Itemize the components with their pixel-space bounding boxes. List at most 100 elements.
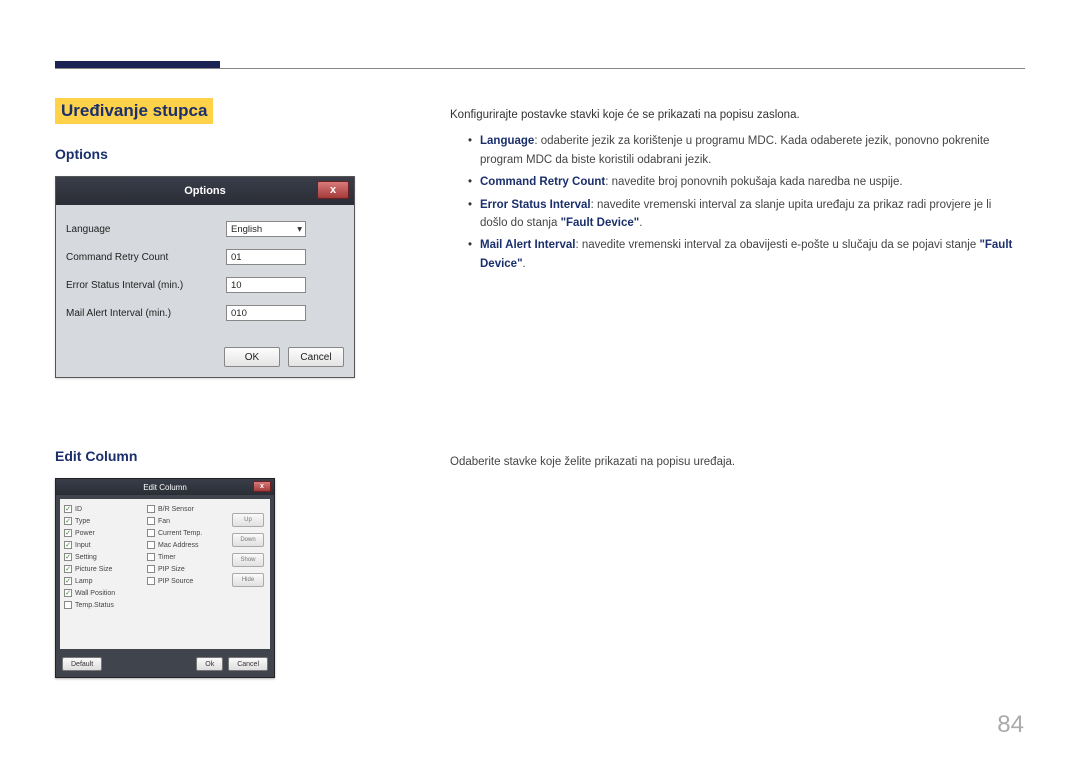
page-number: 84 (997, 711, 1024, 739)
checkbox-icon: ✓ (64, 565, 72, 573)
checkbox-label: Mac Address (158, 542, 198, 549)
checkbox-icon: ✓ (64, 517, 72, 525)
checkbox-icon: ✓ (64, 529, 72, 537)
checkbox-icon (147, 505, 155, 513)
hide-button[interactable]: Hide (232, 573, 264, 587)
checkbox-icon (147, 553, 155, 561)
options-dialog: Options x Language English Command Retry… (55, 176, 355, 378)
mail-interval-label: Mail Alert Interval (min.) (66, 308, 226, 319)
checkbox-icon (147, 577, 155, 585)
option-row-language: Language English (66, 221, 344, 237)
cancel-button[interactable]: Cancel (228, 657, 268, 671)
show-button[interactable]: Show (232, 553, 264, 567)
options-heading: Options (55, 146, 355, 162)
mail-term: Mail Alert Interval (480, 239, 575, 251)
bullet-mail: Mail Alert Interval: navedite vremenski … (468, 236, 1020, 273)
checkbox-item[interactable]: PIP Size (147, 565, 226, 573)
edit-column-heading: Edit Column (55, 448, 355, 464)
checkbox-column-right: B/R Sensor Fan Current Temp. Mac Address Tim… (147, 505, 226, 643)
close-icon: x (330, 184, 336, 196)
checkbox-label: Current Temp. (158, 530, 202, 537)
checkbox-label: PIP Size (158, 566, 185, 573)
checkbox-item[interactable]: ✓Input (64, 541, 143, 549)
checkbox-item[interactable]: ✓Picture Size (64, 565, 143, 573)
up-button[interactable]: Up (232, 513, 264, 527)
option-row-retry: Command Retry Count 01 (66, 249, 344, 265)
options-dialog-titlebar: Options x (56, 177, 354, 205)
error-term: Error Status Interval (480, 199, 591, 211)
options-dialog-title: Options (184, 185, 226, 197)
checkbox-label: ID (75, 506, 82, 513)
language-label: Language (66, 224, 226, 235)
retry-term: Command Retry Count (480, 176, 605, 188)
retry-desc: : navedite broj ponovnih pokušaja kada n… (605, 176, 902, 188)
checkbox-label: Fan (158, 518, 170, 525)
mail-desc: : navedite vremenski interval za obavije… (575, 239, 979, 251)
edit-column-title: Edit Column (143, 483, 187, 492)
error-interval-field[interactable]: 10 (226, 277, 306, 293)
ok-button[interactable]: Ok (196, 657, 223, 671)
options-dialog-body: Language English Command Retry Count 01 … (56, 205, 354, 341)
checkbox-label: Picture Size (75, 566, 112, 573)
checkbox-label: Setting (75, 554, 97, 561)
checkbox-icon: ✓ (64, 541, 72, 549)
checkbox-item[interactable]: Current Temp. (147, 529, 226, 537)
edit-column-dialog: Edit Column x ✓ID✓Type✓Power✓Input✓Setti… (55, 478, 275, 678)
close-icon: x (260, 483, 264, 490)
error-interval-label: Error Status Interval (min.) (66, 280, 226, 291)
header-rule (55, 68, 1025, 69)
options-description: Konfigurirajte postavke stavki koje će s… (450, 106, 1020, 277)
checkbox-item[interactable]: ✓Lamp (64, 577, 143, 585)
checkbox-item[interactable]: Mac Address (147, 541, 226, 549)
side-buttons: Up Down Show Hide (230, 505, 266, 643)
checkbox-item[interactable]: Temp.Status (64, 601, 143, 609)
edit-column-titlebar: Edit Column x (56, 479, 274, 495)
checkbox-label: Lamp (75, 578, 93, 585)
checkbox-label: Power (75, 530, 95, 537)
retry-label: Command Retry Count (66, 252, 226, 263)
left-column: Uređivanje stupca Options Options x Lang… (55, 98, 355, 678)
options-dialog-footer: OK Cancel (56, 341, 354, 377)
checkbox-column-left: ✓ID✓Type✓Power✓Input✓Setting✓Picture Siz… (64, 505, 143, 643)
header-accent-bar (55, 61, 220, 68)
retry-field[interactable]: 01 (226, 249, 306, 265)
language-desc: : odaberite jezik za korištenje u progra… (480, 135, 989, 165)
cancel-button[interactable]: Cancel (288, 347, 344, 367)
checkbox-item[interactable]: Fan (147, 517, 226, 525)
checkbox-item[interactable]: ✓Wall Position (64, 589, 143, 597)
close-button[interactable]: x (253, 481, 271, 492)
checkbox-label: Wall Position (75, 590, 115, 597)
checkbox-item[interactable]: B/R Sensor (147, 505, 226, 513)
checkbox-icon: ✓ (64, 505, 72, 513)
language-dropdown[interactable]: English (226, 221, 306, 237)
checkbox-label: Temp.Status (75, 602, 114, 609)
language-term: Language (480, 135, 534, 147)
ok-button[interactable]: OK (224, 347, 280, 367)
checkbox-label: Timer (158, 554, 176, 561)
edit-column-description: Odaberite stavke koje želite prikazati n… (450, 453, 1020, 471)
checkbox-item[interactable]: Timer (147, 553, 226, 561)
checkbox-icon: ✓ (64, 553, 72, 561)
bullet-error: Error Status Interval: navedite vremensk… (468, 196, 1020, 233)
checkbox-item[interactable]: ✓Setting (64, 553, 143, 561)
fault-device-quote: "Fault Device" (561, 217, 640, 229)
option-row-error: Error Status Interval (min.) 10 (66, 277, 344, 293)
bullet-language: Language: odaberite jezik za korištenje … (468, 132, 1020, 169)
checkbox-item[interactable]: ✓ID (64, 505, 143, 513)
checkbox-item[interactable]: PIP Source (147, 577, 226, 585)
down-button[interactable]: Down (232, 533, 264, 547)
checkbox-icon: ✓ (64, 577, 72, 585)
checkbox-icon: ✓ (64, 589, 72, 597)
option-row-mail: Mail Alert Interval (min.) 010 (66, 305, 344, 321)
checkbox-icon (147, 529, 155, 537)
close-button[interactable]: x (317, 181, 349, 199)
checkbox-icon (147, 517, 155, 525)
checkbox-icon (147, 541, 155, 549)
checkbox-item[interactable]: ✓Type (64, 517, 143, 525)
bullet-retry: Command Retry Count: navedite broj ponov… (468, 173, 1020, 191)
intro-text: Konfigurirajte postavke stavki koje će s… (450, 106, 1020, 124)
mail-interval-field[interactable]: 010 (226, 305, 306, 321)
edit-column-footer: Default Ok Cancel (56, 653, 274, 677)
default-button[interactable]: Default (62, 657, 102, 671)
checkbox-item[interactable]: ✓Power (64, 529, 143, 537)
